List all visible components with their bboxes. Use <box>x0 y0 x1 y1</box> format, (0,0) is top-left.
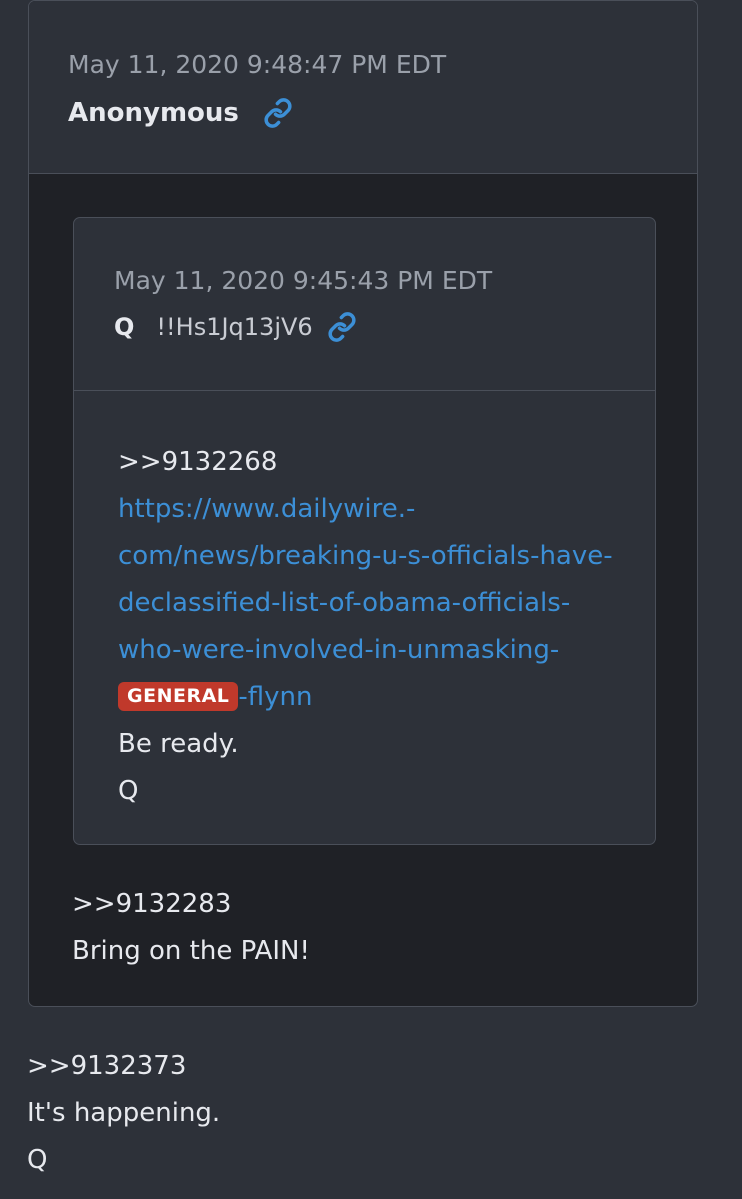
link-icon[interactable] <box>327 312 357 342</box>
quoted-post-signature: Q <box>118 776 139 806</box>
quoted-post-tripcode: !!Hs1Jq13jV6 <box>156 313 313 341</box>
outer-post-text: Bring on the PAIN! <box>72 936 310 966</box>
quoted-post-text: Be ready. <box>118 729 239 759</box>
outer-post-header: May 11, 2020 9:48:47 PM EDT Anonymous <box>29 1 697 174</box>
quoted-post-body: >>9132268 https://www.dailywire.- com/ne… <box>74 391 655 815</box>
outer-post-timestamp: May 11, 2020 9:48:47 PM EDT <box>68 50 447 79</box>
outer-post-body: >>9132283 Bring on the PAIN! <box>72 881 310 975</box>
bottom-post-signature: Q <box>27 1145 48 1175</box>
quoted-post-timestamp: May 11, 2020 9:45:43 PM EDT <box>114 266 493 295</box>
article-url-line-2[interactable]: com/news/breaking-u-s-officials-have- <box>118 533 655 580</box>
article-url-line-3[interactable]: declassified-list-of-obama-officials- <box>118 580 655 627</box>
article-url-line-4[interactable]: who-were-involved-in-unmasking- <box>118 627 655 674</box>
bottom-post-text: It's happening. <box>27 1098 221 1128</box>
quoted-post-author-row: Q !!Hs1Jq13jV6 <box>114 310 655 344</box>
outer-post-ref-link[interactable]: >>9132283 <box>72 881 310 928</box>
link-icon[interactable] <box>263 98 293 128</box>
article-url-line-1[interactable]: https://www.dailywire.- <box>118 486 655 533</box>
article-url-tail[interactable]: -flynn <box>238 682 312 712</box>
bottom-post-body: >>9132373 It's happening. Q <box>27 1043 220 1184</box>
bottom-post-ref-link[interactable]: >>9132373 <box>27 1043 220 1090</box>
outer-post-author-row: Anonymous <box>68 96 697 130</box>
general-badge: GENERAL <box>118 682 239 711</box>
quoted-post-card: May 11, 2020 9:45:43 PM EDT Q !!Hs1Jq13j… <box>73 217 656 845</box>
article-url-line-5[interactable]: GENERAL -flynn <box>118 674 655 721</box>
quoted-post-ref-link[interactable]: >>9132268 <box>118 439 655 486</box>
outer-post-card: May 11, 2020 9:48:47 PM EDT Anonymous Ma… <box>28 0 698 1007</box>
outer-post-author: Anonymous <box>68 98 239 128</box>
quoted-post-header: May 11, 2020 9:45:43 PM EDT Q !!Hs1Jq13j… <box>74 218 655 391</box>
quoted-post-author: Q <box>114 313 135 341</box>
